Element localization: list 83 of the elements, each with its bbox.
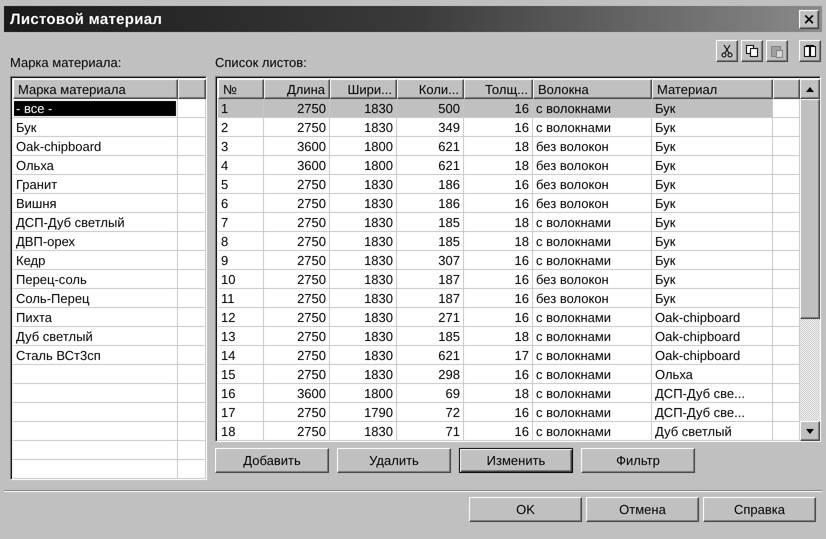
table-row[interactable]: 18 2750 1830 71 16 с волокнами Дуб светлый (218, 422, 800, 441)
action-button[interactable]: Фильтр (581, 448, 695, 473)
table-cell: 18 (218, 422, 264, 441)
table-row[interactable]: 7 2750 1830 185 18 с волокнами Бук (218, 213, 800, 232)
table-row[interactable]: 17 2750 1790 72 16 с волокнами ДСП-Дуб све... (218, 403, 800, 422)
grade-name: Сталь ВСт3сп (15, 348, 102, 362)
column-header (773, 79, 800, 99)
table-row[interactable]: 15 2750 1830 298 16 с волокнами Ольха (218, 365, 800, 384)
table-cell: 71 (397, 422, 464, 441)
table-row[interactable]: 5 2750 1830 186 16 без волокон Бук (218, 175, 800, 194)
close-button[interactable]: × (799, 10, 819, 28)
column-header[interactable]: Длина (264, 79, 330, 99)
grade-name: Бук (15, 120, 38, 134)
action-button[interactable]: Удалить (337, 448, 451, 473)
column-header[interactable]: Марка материала (13, 79, 178, 99)
table-row[interactable]: 12 2750 1830 271 16 с волокнами Oak-chipboard (218, 308, 800, 327)
table-row[interactable]: 16 3600 1800 69 18 с волокнами ДСП-Дуб све... (218, 384, 800, 403)
table-cell: 1830 (330, 422, 397, 441)
table-cell: 16 (464, 422, 533, 441)
scroll-thumb[interactable] (800, 99, 820, 319)
column-header[interactable]: № (218, 79, 264, 99)
scrollbar[interactable] (800, 79, 820, 441)
grade-name: Дуб светлый (15, 328, 94, 344)
table-row[interactable]: 8 2750 1830 185 18 с волокнами Бук (218, 232, 800, 251)
action-button[interactable]: Изменить (459, 448, 573, 473)
column-header[interactable]: Волокна (533, 79, 652, 99)
list-row[interactable]: Дуб светлый (13, 327, 206, 346)
table-cell: с волокнами (533, 422, 652, 441)
table-row[interactable]: 9 2750 1830 307 16 с волокнами Бук (218, 251, 800, 270)
list-row[interactable]: Oak-chipboard (13, 137, 206, 156)
list-row[interactable]: - все - (13, 99, 206, 118)
list-row[interactable]: Вишня (13, 194, 206, 213)
table-row[interactable]: 4 3600 1800 621 18 без волокон Бук (218, 156, 800, 175)
grade-name: Ольха (15, 158, 55, 172)
table-row[interactable]: 14 2750 1830 621 17 с волокнами Oak-chipboard (218, 346, 800, 365)
toolbar-button[interactable] (799, 40, 821, 62)
grade-name: Перец-соль (15, 272, 88, 286)
list-row[interactable]: Сталь ВСт3сп (13, 346, 206, 365)
grade-name: - все - (14, 100, 176, 116)
copy-icon (745, 44, 759, 58)
down-arrow-icon (806, 428, 814, 434)
table-row[interactable]: 6 2750 1830 186 16 без волокон Бук (218, 194, 800, 213)
table-row[interactable]: 13 2750 1830 185 18 с волокнами Oak-chipboard (218, 327, 800, 346)
dialog-button[interactable]: OK (469, 497, 582, 522)
column-header[interactable]: Шири... (330, 79, 397, 99)
up-arrow-icon (806, 86, 814, 92)
book-icon (803, 44, 817, 58)
list-row[interactable]: ДВП-орех (13, 232, 206, 251)
grade-name: Гранит (15, 176, 58, 192)
list-row[interactable]: Пихта (13, 308, 206, 327)
table-row[interactable]: 3 3600 1800 621 18 без волокон Бук (218, 137, 800, 156)
table-row[interactable]: 2 2750 1830 349 16 с волокнами Бук (218, 118, 800, 137)
dialog-button[interactable]: Справка (703, 497, 816, 522)
list-row[interactable]: Бук (13, 118, 206, 137)
list-row[interactable]: Кедр (13, 251, 206, 270)
column-header[interactable]: Материал (652, 79, 773, 99)
grade-name: Пихта (15, 310, 53, 324)
toolbar-button[interactable] (716, 40, 738, 62)
list-row[interactable]: Соль-Перец (13, 289, 206, 308)
dialog-button[interactable]: Отмена (586, 497, 699, 522)
list-row[interactable]: Гранит (13, 175, 206, 194)
sheets-label: Список листов: (215, 55, 307, 70)
clipboard-icon (770, 44, 784, 58)
grade-name: Вишня (15, 196, 58, 210)
grade-name: Соль-Перец (15, 290, 90, 306)
grade-name: Кедр (15, 252, 46, 268)
grade-name: Oak-chipboard (15, 138, 102, 154)
action-button[interactable]: Добавить (215, 448, 329, 473)
table-row[interactable]: 10 2750 1830 187 16 без волокон Бук (218, 270, 800, 289)
list-row[interactable]: Ольха (13, 156, 206, 175)
table-row[interactable]: 11 2750 1830 187 16 без волокон Бук (218, 289, 800, 308)
scissors-icon (721, 44, 733, 58)
list-row[interactable]: ДСП-Дуб светлый (13, 213, 206, 232)
column-header[interactable]: Толщ... (464, 79, 533, 99)
grade-name: ДСП-Дуб светлый (15, 214, 126, 230)
grades-label: Марка материала: (10, 55, 122, 70)
column-header[interactable]: Коли... (397, 79, 464, 99)
list-row[interactable]: Перец-соль (13, 270, 206, 289)
toolbar-button[interactable] (741, 40, 763, 62)
table-row[interactable]: 1 2750 1830 500 16 с волокнами Бук (218, 99, 800, 118)
window-title: Листовой материал (10, 10, 162, 28)
grade-name: ДВП-орех (15, 234, 76, 248)
table-cell: 2750 (264, 422, 330, 441)
